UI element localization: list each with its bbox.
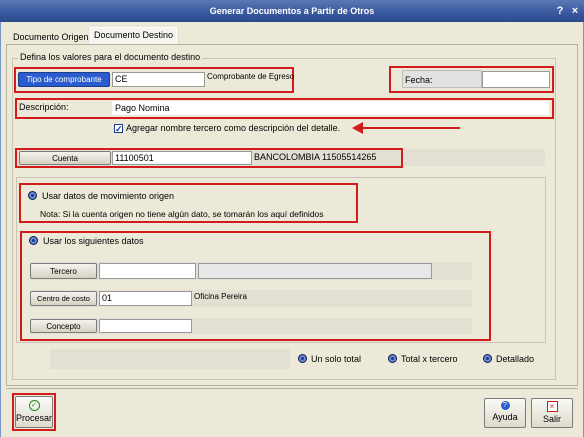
- usar-origen-radio[interactable]: [28, 191, 37, 200]
- cuenta-description: BANCOLOMBIA 11505514265: [254, 152, 377, 162]
- check-icon: ✓: [28, 400, 40, 411]
- mode-left-panel: [50, 349, 290, 369]
- un-solo-total-radio[interactable]: [298, 354, 307, 363]
- fecha-input[interactable]: [482, 71, 550, 88]
- centro-costo-input[interactable]: 01: [99, 291, 192, 306]
- descripcion-label: Descripción:: [19, 102, 69, 112]
- bottom-divider: [6, 388, 578, 389]
- total-x-tercero-radio[interactable]: [388, 354, 397, 363]
- close-title-icon[interactable]: ×: [568, 4, 582, 18]
- detallado-label: Detallado: [496, 354, 535, 364]
- defaults-group-legend: Defina los valores para el documento des…: [18, 52, 203, 62]
- ayuda-label: Ayuda: [492, 412, 518, 422]
- procesar-button[interactable]: ✓ Procesar: [15, 396, 53, 428]
- descripcion-input[interactable]: Pago Nomina: [112, 101, 549, 115]
- annotation-arrow-line: [362, 127, 460, 129]
- window-title: Generar Documentos a Partir de Otros: [209, 6, 375, 16]
- usar-siguientes-label: Usar los siguientes datos: [43, 236, 144, 246]
- tipo-comprobante-description: Comprobante de Egreso: [207, 72, 295, 81]
- tipo-comprobante-button[interactable]: Tipo de comprobante: [18, 72, 110, 87]
- tercero-description: [198, 263, 432, 279]
- centro-costo-description: Oficina Pereira: [194, 292, 247, 301]
- usar-origen-note: Nota: Si la cuenta origen no tiene algún…: [40, 209, 324, 219]
- concepto-button[interactable]: Concepto: [30, 319, 97, 333]
- fecha-label: Fecha:: [405, 75, 433, 85]
- agregar-tercero-label: Agregar nombre tercero como descripción …: [126, 123, 341, 133]
- exit-icon: ×: [546, 401, 558, 412]
- annotation-arrow-head-icon: [352, 122, 363, 134]
- concepto-input[interactable]: [99, 319, 192, 333]
- agregar-tercero-checkbox[interactable]: ✓: [114, 124, 123, 134]
- salir-button[interactable]: × Salir: [531, 398, 573, 428]
- help-title-icon[interactable]: ?: [553, 4, 567, 18]
- un-solo-total-label: Un solo total: [311, 354, 362, 364]
- usar-origen-label: Usar datos de movimiento origen: [42, 191, 175, 201]
- cuenta-input[interactable]: 11100501: [112, 151, 252, 165]
- tab-documento-origen[interactable]: Documento Origen: [10, 29, 92, 45]
- salir-label: Salir: [542, 414, 561, 424]
- help-icon: ?: [500, 401, 510, 410]
- detallado-radio[interactable]: [483, 354, 492, 363]
- tercero-button[interactable]: Tercero: [30, 263, 97, 279]
- total-x-tercero-label: Total x tercero: [401, 354, 458, 364]
- ayuda-button[interactable]: ? Ayuda: [484, 398, 526, 428]
- procesar-label: Procesar: [16, 413, 53, 423]
- tipo-comprobante-input[interactable]: CE: [112, 72, 205, 87]
- tercero-input[interactable]: [99, 263, 196, 279]
- cuenta-button[interactable]: Cuenta: [19, 151, 111, 165]
- usar-siguientes-radio[interactable]: [29, 236, 38, 245]
- window-title-bar: Generar Documentos a Partir de Otros: [0, 0, 584, 22]
- centro-costo-button[interactable]: Centro de costo: [30, 291, 97, 306]
